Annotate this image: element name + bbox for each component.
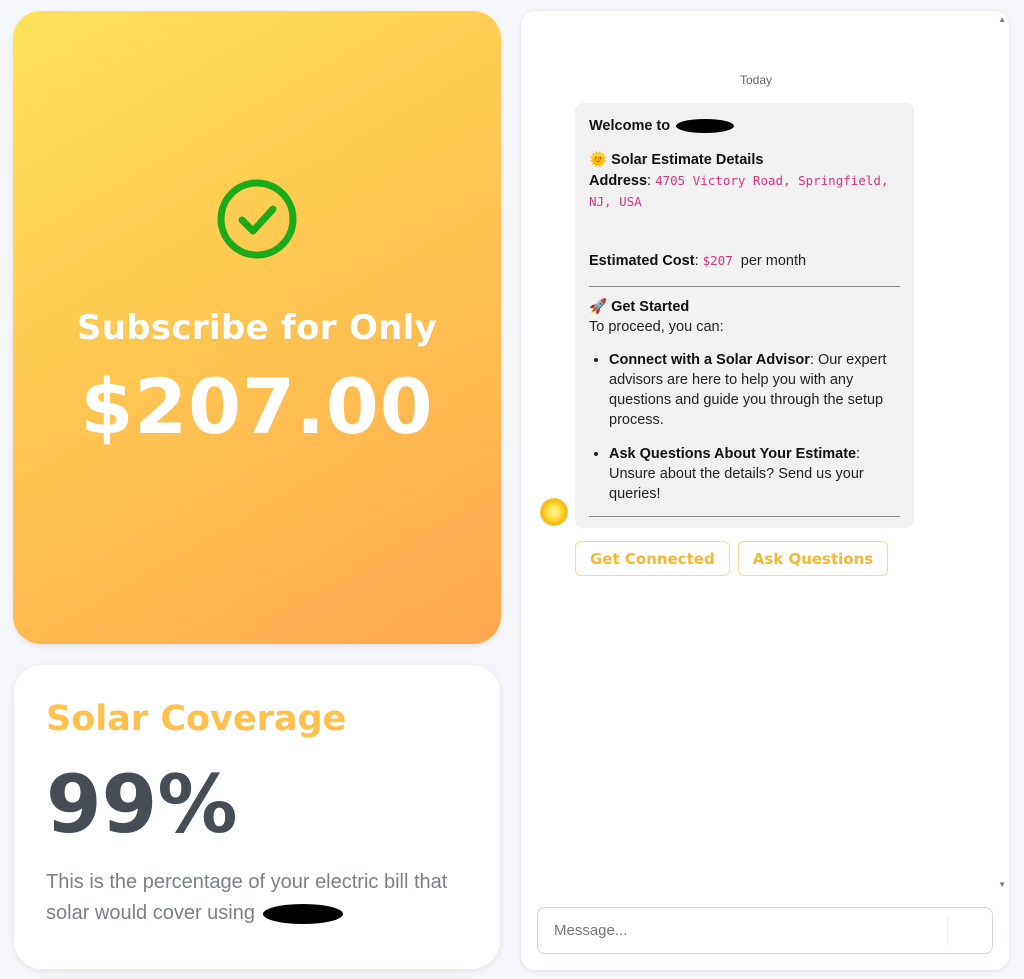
cost-label: Estimated Cost [589,253,695,269]
divider [589,516,900,517]
coverage-description-text: This is the percentage of your electric … [46,871,448,924]
address-label: Address [589,173,648,189]
ask-questions-button[interactable]: Ask Questions [737,541,889,576]
option-title: Connect with a Solar Advisor [609,352,810,368]
coverage-value: 99% [46,758,238,851]
cost-value: $207 [702,253,733,268]
subscribe-price: $207.00 [80,362,434,451]
welcome-text: Welcome to [589,118,671,134]
chat-panel: ▲ ▼ Today Welcome to 🌞 Solar Estimate De… [521,11,1009,970]
option-text: Unsure about the details? Send us your q… [609,466,864,502]
scroll-down-arrow-icon[interactable]: ▼ [998,880,1006,889]
coverage-description: This is the percentage of your electric … [46,867,468,929]
get-started-heading-text: Get Started [611,299,690,315]
get-connected-button[interactable]: Get Connected [575,541,730,576]
chat-date-label: Today [739,73,773,87]
list-item: Ask Questions About Your Estimate: Unsur… [609,444,900,504]
options-list: Connect with a Solar Advisor: Our expert… [589,350,900,504]
subscribe-title: Subscribe for Only [76,308,438,348]
estimate-heading-text: Solar Estimate Details [611,152,764,168]
get-started-heading: 🚀 Get Started [589,297,900,317]
cost-suffix: per month [740,253,807,269]
scroll-up-arrow-icon[interactable]: ▲ [998,15,1006,24]
estimate-heading: 🌞 Solar Estimate Details [589,150,900,170]
rocket-emoji-icon: 🚀 [589,299,608,315]
cost-line: Estimated Cost: $207 per month [589,253,807,269]
bot-message-bubble: Welcome to 🌞 Solar Estimate Details Addr… [575,103,914,528]
sun-emoji-icon: 🌞 [589,152,608,168]
get-started-intro: To proceed, you can: [589,319,724,335]
check-circle-icon [217,179,297,259]
divider [589,286,900,287]
estimate-details-section: 🌞 Solar Estimate Details Address: 4705 V… [589,150,900,212]
get-started-section: 🚀 Get Started To proceed, you can: Conne… [589,297,900,504]
message-input[interactable] [537,907,993,954]
welcome-line: Welcome to [589,116,900,136]
input-divider [947,917,948,945]
subscribe-card: Subscribe for Only $207.00 [13,11,501,644]
quick-replies: Get Connected Ask Questions [575,541,889,576]
address-line: Address: 4705 Victory Road, Springfield,… [589,173,889,209]
redacted-company-name [262,903,343,924]
coverage-title: Solar Coverage [46,699,347,739]
option-title: Ask Questions About Your Estimate [609,446,857,462]
list-item: Connect with a Solar Advisor: Our expert… [609,350,900,430]
sun-icon [541,499,567,525]
coverage-card: Solar Coverage 99% This is the percentag… [14,665,500,969]
redacted-company-name [676,119,735,134]
